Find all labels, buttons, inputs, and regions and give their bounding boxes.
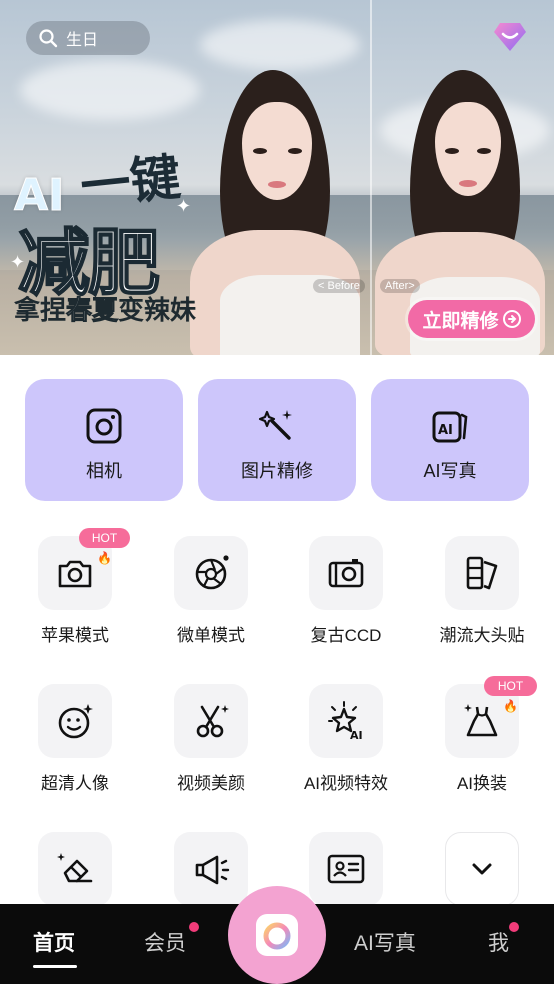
notification-dot	[189, 922, 199, 932]
tab-me[interactable]: 我	[488, 927, 509, 957]
tool-hd-portrait[interactable]: 超清人像	[20, 684, 130, 794]
tool-mirrorless-mode[interactable]: 微单模式	[156, 536, 266, 646]
tool-label: 视频美颜	[177, 774, 245, 793]
tab-home[interactable]: 首页	[33, 927, 75, 957]
hot-badge: HOT🔥	[484, 676, 537, 713]
before-tag: < Before	[313, 279, 365, 293]
sparkle-icon: ✦	[10, 252, 26, 272]
retouch-now-button[interactable]: 立即精修	[408, 300, 535, 338]
photo-strip-icon	[466, 556, 498, 590]
arrow-right-icon	[502, 310, 521, 328]
megaphone-icon	[195, 855, 230, 885]
search-icon	[39, 29, 58, 48]
photo-retouch-card[interactable]: 图片精修	[198, 379, 356, 501]
camera-card[interactable]: 相机	[25, 379, 183, 501]
tool-apple-mode[interactable]: 苹果模式 HOT🔥	[20, 528, 130, 646]
tool-label: AI视频特效	[303, 774, 389, 793]
tool-label: 复古CCD	[310, 626, 382, 645]
smiley-face-icon	[58, 704, 93, 739]
hot-badge: HOT🔥	[79, 528, 130, 565]
search-placeholder: 生日	[66, 32, 99, 49]
svg-text:AI: AI	[438, 423, 453, 438]
tool-id-photo[interactable]	[291, 832, 401, 904]
tool-label: 微单模式	[177, 626, 245, 645]
dress-icon	[464, 704, 498, 737]
camera-icon	[256, 914, 298, 956]
ai-portrait-card-label: AI写真	[423, 461, 477, 481]
id-card-icon	[327, 854, 365, 884]
tool-video-beauty[interactable]: 视频美颜	[156, 684, 266, 794]
tab-member[interactable]: 会员	[144, 927, 186, 957]
main-content: 相机 图片精修 AI AI写真 苹果模式 HOT🔥 微单模式 复古CCD 潮流大…	[0, 355, 554, 904]
tool-label: AI换装	[456, 774, 508, 793]
notification-dot	[509, 922, 519, 932]
tool-label: 潮流大头贴	[439, 626, 525, 645]
photo-retouch-card-label: 图片精修	[241, 461, 313, 481]
tab-ai-portrait[interactable]: AI写真	[354, 927, 416, 957]
search-bar[interactable]: 生日	[26, 21, 150, 55]
retro-camera-icon	[328, 559, 364, 588]
ai-portrait-card[interactable]: AI AI写真	[371, 379, 529, 501]
banner-headline: AI 一键 减肥 拿捏春夏变辣妹 ✦ ✦	[10, 148, 197, 326]
tool-ai-outfit[interactable]: AI换装 HOT🔥	[427, 676, 537, 794]
tool-eraser[interactable]	[20, 832, 130, 904]
diamond-icon[interactable]	[492, 20, 528, 54]
tool-retro-ccd[interactable]: 复古CCD	[291, 536, 401, 646]
aperture-icon	[195, 555, 229, 590]
camera-icon	[58, 560, 92, 588]
after-tag: After>	[380, 279, 420, 293]
camera-card-label: 相机	[86, 461, 122, 481]
tool-label: 超清人像	[41, 774, 109, 793]
camera-icon	[86, 408, 122, 444]
ai-star-icon: AI	[328, 701, 363, 741]
tool-photo-sticker[interactable]: 潮流大头贴	[427, 536, 537, 646]
center-camera-button[interactable]	[228, 886, 326, 984]
active-tab-indicator	[33, 965, 77, 968]
tool-ai-video-effects[interactable]: AI AI视频特效	[291, 684, 401, 794]
expand-tools-button[interactable]	[427, 832, 537, 904]
sparkle-icon: ✦	[176, 196, 192, 216]
chevron-down-icon	[472, 863, 492, 875]
ai-portrait-icon: AI	[432, 411, 468, 443]
eraser-icon	[57, 853, 93, 883]
svg-text:AI: AI	[350, 729, 363, 741]
model-before	[170, 60, 380, 355]
scissors-icon	[196, 705, 229, 738]
tool-label: 苹果模式	[41, 626, 109, 645]
magic-wand-icon	[258, 410, 292, 440]
